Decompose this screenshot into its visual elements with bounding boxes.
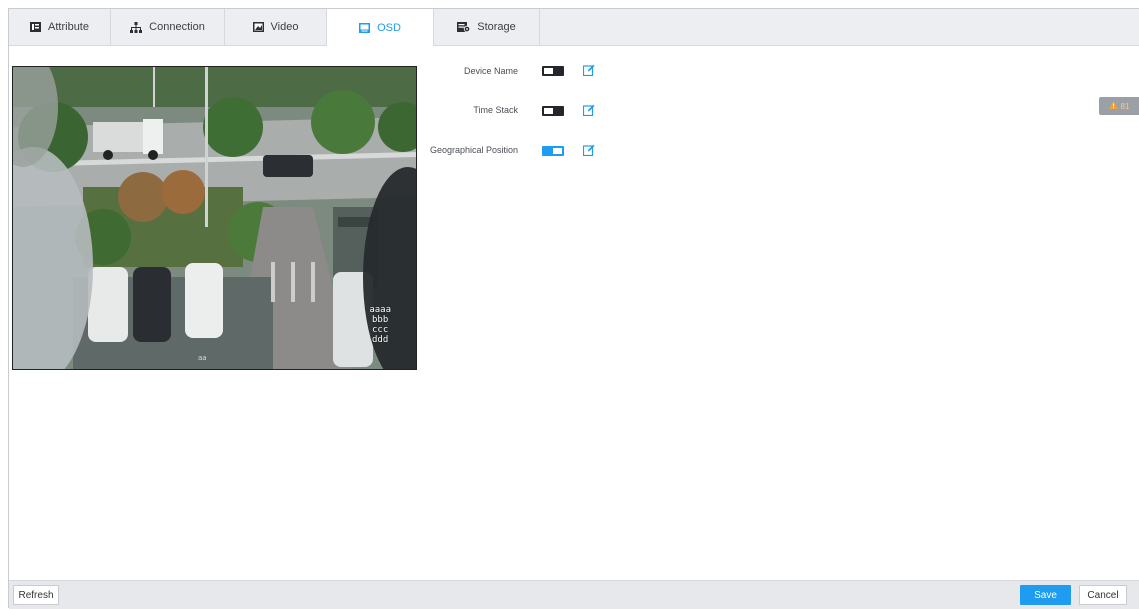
save-button[interactable]: Save <box>1020 585 1071 605</box>
edit-icon[interactable] <box>582 144 595 157</box>
osd-row-device-name: Device Name <box>420 63 518 79</box>
footer-bar <box>9 580 1139 609</box>
tab-video[interactable]: Video <box>225 9 327 45</box>
warning-icon <box>1108 101 1118 111</box>
refresh-button[interactable]: Refresh <box>13 585 59 605</box>
tab-connection[interactable]: Connection <box>111 9 225 45</box>
tab-video-label: Video <box>270 21 299 33</box>
tab-attribute-label: Attribute <box>48 21 89 33</box>
preview-caption: aa <box>198 354 207 362</box>
edit-icon[interactable] <box>582 64 595 77</box>
tab-osd[interactable]: OSD <box>327 9 434 46</box>
alarm-count: 81 <box>1120 101 1130 111</box>
geographical-position-toggle[interactable] <box>542 146 564 156</box>
edit-icon[interactable] <box>582 104 595 117</box>
tab-storage[interactable]: Storage <box>434 9 540 45</box>
alarm-badge[interactable]: 81 <box>1099 97 1139 115</box>
camera-snapshot <box>13 67 416 369</box>
device-name-toggle[interactable] <box>542 66 564 76</box>
osd-overlay-line: bbb <box>372 315 389 325</box>
time-stack-toggle[interactable] <box>542 106 564 116</box>
storage-icon <box>457 22 471 32</box>
osd-overlay-line: aaaa <box>369 305 391 315</box>
osd-label-time-stack: Time Stack <box>473 105 518 115</box>
tab-bar: Attribute Connection Video OSD Storage <box>9 9 1139 46</box>
osd-label-device-name: Device Name <box>463 66 518 76</box>
osd-row-geographical-position: Geographical Position <box>420 142 518 158</box>
osd-overlay-line: ccc <box>372 325 389 335</box>
osd-icon <box>359 22 371 33</box>
tab-storage-label: Storage <box>477 21 516 33</box>
tab-connection-label: Connection <box>149 21 205 33</box>
video-preview: aaaa bbb ccc ddd aa <box>12 66 417 370</box>
cancel-button[interactable]: Cancel <box>1079 585 1127 605</box>
osd-row-time-stack: Time Stack <box>420 102 518 118</box>
connection-icon <box>130 21 143 33</box>
tab-attribute[interactable]: Attribute <box>9 9 111 45</box>
tab-osd-label: OSD <box>377 21 401 34</box>
video-icon <box>252 22 264 32</box>
osd-overlay-text: aaaa bbb ccc ddd <box>369 305 391 345</box>
osd-overlay-line: ddd <box>372 335 389 345</box>
attribute-icon <box>30 22 42 32</box>
osd-label-geographical-position: Geographical Position <box>429 145 518 155</box>
